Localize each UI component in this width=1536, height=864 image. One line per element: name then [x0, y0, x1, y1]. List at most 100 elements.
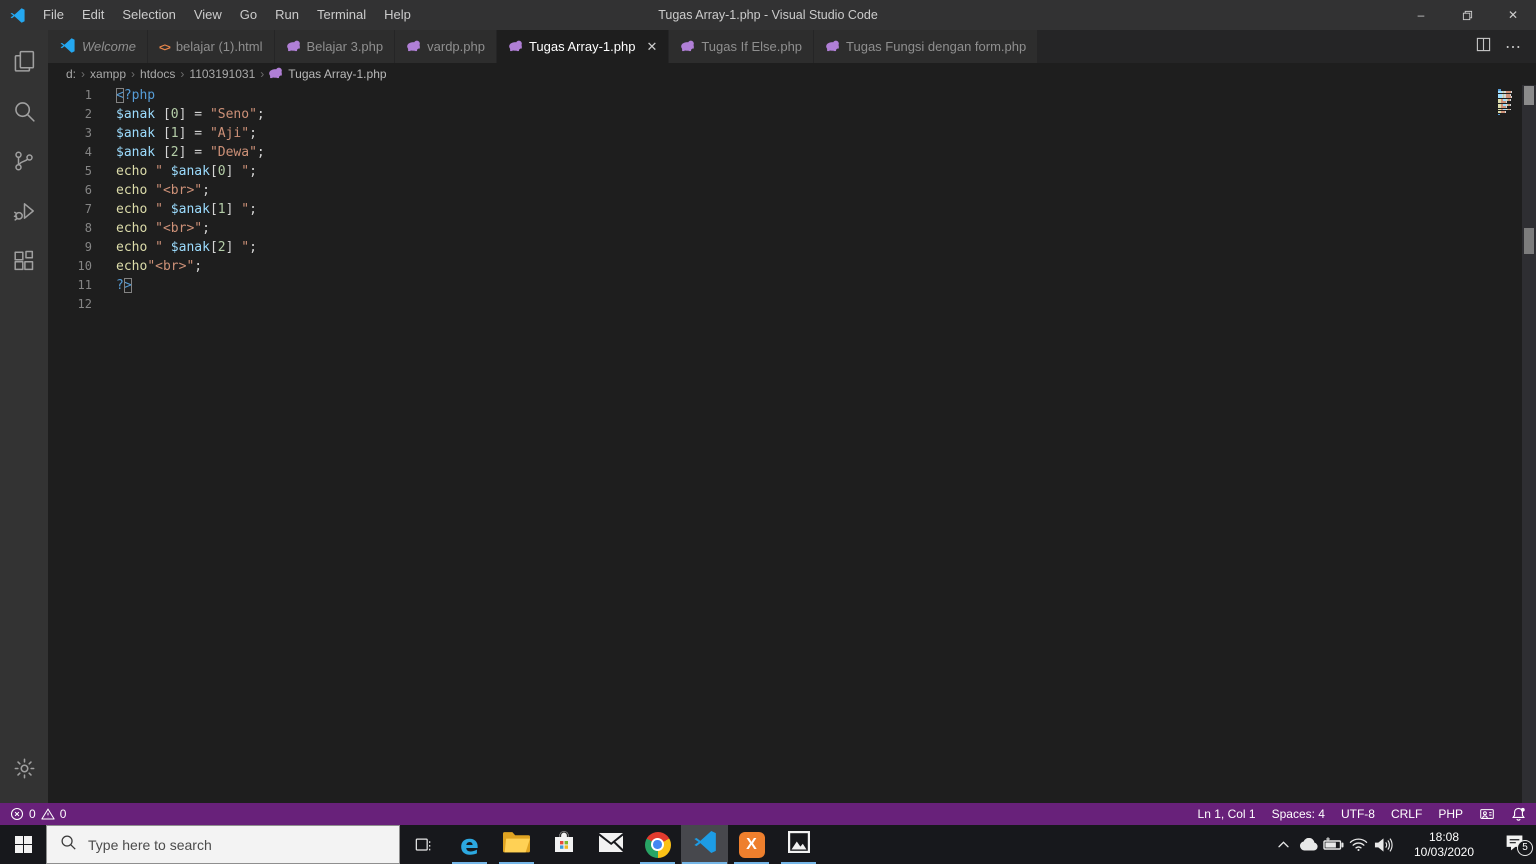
tab-label: belajar (1).html — [175, 39, 263, 54]
language-mode[interactable]: PHP — [1438, 807, 1463, 821]
taskbar-app-file-explorer[interactable] — [493, 825, 540, 864]
onedrive-icon[interactable] — [1296, 838, 1321, 851]
system-tray: 18:08 10/03/2020 5 — [1271, 825, 1536, 864]
line-content: $anak [0] = "Seno"; — [116, 105, 265, 124]
start-button[interactable] — [0, 825, 46, 864]
code-token: $anak — [116, 126, 156, 141]
minimize-button[interactable]: – — [1398, 0, 1444, 30]
wifi-icon[interactable] — [1346, 837, 1371, 852]
breadcrumb-separator-icon: › — [81, 67, 86, 81]
activity-run-debug-icon[interactable] — [0, 186, 48, 236]
close-icon[interactable]: ✕ — [646, 39, 657, 55]
tab-belajar-3-php[interactable]: Belajar 3.php — [274, 30, 396, 63]
editor[interactable]: 1 <?php 2 $anak [0] = "Seno"; 3 $anak [1] = "… — [48, 85, 1536, 803]
taskbar-clock[interactable]: 18:08 10/03/2020 — [1405, 830, 1483, 860]
xampp-icon: X — [738, 831, 765, 858]
menu-selection[interactable]: Selection — [113, 0, 184, 30]
code-line[interactable]: 7 echo " $anak[1] "; — [48, 200, 1536, 219]
code-lines[interactable]: 1 <?php 2 $anak [0] = "Seno"; 3 $anak [1] = "… — [48, 86, 1536, 314]
menu-go[interactable]: Go — [231, 0, 266, 30]
cursor-position[interactable]: Ln 1, Col 1 — [1198, 807, 1256, 821]
code-line[interactable]: 3 $anak [1] = "Aji"; — [48, 124, 1536, 143]
activity-extensions-icon[interactable] — [0, 236, 48, 286]
task-view-button[interactable] — [400, 825, 446, 864]
code-line[interactable]: 8 echo "<br>"; — [48, 219, 1536, 238]
breadcrumb-item[interactable]: d: — [65, 67, 77, 81]
split-editor-icon[interactable] — [1476, 37, 1491, 57]
activity-search-icon[interactable] — [0, 86, 48, 136]
breadcrumb[interactable]: d: › xampp › htdocs › 1103191031 › Tugas Array-1… — [48, 63, 1536, 85]
menu-terminal[interactable]: Terminal — [308, 0, 375, 30]
error-icon — [10, 807, 24, 821]
action-center-button[interactable]: 5 — [1492, 832, 1536, 858]
tab-label: Tugas If Else.php — [701, 39, 803, 54]
tab-belajar-1-html[interactable]: <> belajar (1).html — [147, 30, 275, 63]
code-line[interactable]: 11 ?> — [48, 276, 1536, 295]
activity-manage-gear-icon[interactable] — [0, 743, 48, 793]
indentation-setting[interactable]: Spaces: 4 — [1272, 807, 1325, 821]
problems-indicator[interactable]: 0 0 — [10, 807, 66, 821]
code-line[interactable]: 6 echo "<br>"; — [48, 181, 1536, 200]
tab-tugas-fungsi-dengan-form-php[interactable]: Tugas Fungsi dengan form.php — [814, 30, 1039, 63]
more-actions-icon[interactable]: ⋯ — [1505, 37, 1522, 57]
tab-bar: Welcome <> belajar (1).html Belajar 3.php va… — [48, 30, 1536, 63]
taskbar: e X 18:08 10/03/2020 5 — [0, 825, 1536, 864]
notifications-bell-icon[interactable] — [1511, 806, 1526, 822]
menu-view[interactable]: View — [185, 0, 231, 30]
activity-explorer-icon[interactable] — [0, 36, 48, 86]
taskbar-search[interactable] — [46, 825, 400, 864]
taskbar-app-vscode[interactable] — [681, 825, 728, 864]
taskbar-app-microsoft-store[interactable] — [540, 825, 587, 864]
restore-button[interactable] — [1444, 0, 1490, 30]
line-number: 1 — [84, 88, 92, 102]
php-icon — [406, 39, 421, 55]
breadcrumb-item[interactable]: 1103191031 — [188, 67, 256, 81]
menu-run[interactable]: Run — [266, 0, 308, 30]
mail-icon — [598, 832, 624, 857]
taskbar-app-edge[interactable]: e — [446, 825, 493, 864]
code-line[interactable]: 2 $anak [0] = "Seno"; — [48, 105, 1536, 124]
code-token: " — [233, 164, 250, 179]
close-button[interactable]: ✕ — [1490, 0, 1536, 30]
code-token: ; — [249, 126, 257, 141]
battery-icon[interactable] — [1321, 837, 1346, 852]
scrollbar-thumb[interactable] — [1524, 86, 1534, 105]
encoding-setting[interactable]: UTF-8 — [1341, 807, 1375, 821]
code-token: [ — [209, 164, 218, 179]
code-line[interactable]: 10 echo"<br>"; — [48, 257, 1536, 276]
code-line[interactable]: 4 $anak [2] = "Dewa"; — [48, 143, 1536, 162]
vscode-icon — [692, 829, 718, 860]
code-token: ; — [249, 164, 257, 179]
tab-welcome[interactable]: Welcome — [48, 30, 148, 63]
code-line[interactable]: 9 echo " $anak[2] "; — [48, 238, 1536, 257]
breadcrumb-file[interactable]: Tugas Array-1.php — [268, 66, 387, 82]
chrome-icon — [644, 831, 671, 858]
breadcrumb-item[interactable]: xampp — [89, 67, 127, 81]
php-icon — [680, 39, 695, 55]
activity-source-control-icon[interactable] — [0, 136, 48, 186]
taskbar-app-photos[interactable] — [775, 825, 822, 864]
taskbar-app-mail[interactable] — [587, 825, 634, 864]
code-line[interactable]: 1 <?php — [48, 86, 1536, 105]
tab-tugas-array-1-php[interactable]: Tugas Array-1.php ✕ — [496, 30, 670, 63]
search-input[interactable] — [88, 836, 386, 853]
code-token: "<br>" — [147, 259, 195, 274]
volume-icon[interactable] — [1371, 837, 1396, 853]
menu-help[interactable]: Help — [375, 0, 420, 30]
warning-count: 0 — [59, 807, 67, 821]
feedback-icon[interactable] — [1479, 807, 1495, 822]
taskbar-app-xampp[interactable]: X — [728, 825, 775, 864]
code-line[interactable]: 5 echo " $anak[0] "; — [48, 162, 1536, 181]
code-token: echo — [116, 259, 148, 274]
tab-tugas-if-else-php[interactable]: Tugas If Else.php — [669, 30, 815, 63]
tab-vardp-php[interactable]: vardp.php — [395, 30, 497, 63]
menu-edit[interactable]: Edit — [73, 0, 113, 30]
taskbar-app-chrome[interactable] — [634, 825, 681, 864]
chevron-up-icon[interactable] — [1271, 840, 1296, 849]
eol-setting[interactable]: CRLF — [1391, 807, 1422, 821]
code-line[interactable]: 12 — [48, 295, 1536, 314]
menu-file[interactable]: File — [34, 0, 73, 30]
breadcrumb-item[interactable]: htdocs — [139, 67, 176, 81]
code-token: ; — [202, 221, 210, 236]
editor-scrollbar[interactable] — [1522, 85, 1536, 803]
